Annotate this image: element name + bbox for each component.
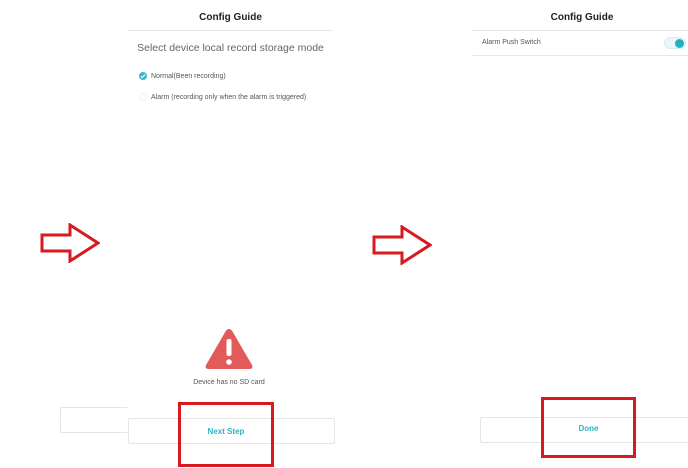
done-button[interactable]: Done — [544, 424, 633, 433]
right-arrow-outline-icon — [372, 225, 432, 265]
alarm-push-toggle[interactable] — [664, 37, 686, 49]
left-screen-title: Config Guide — [199, 12, 262, 23]
option-alarm-recording[interactable]: Alarm (recording only when the alarm is … — [139, 93, 306, 101]
alarm-push-divider — [472, 55, 688, 56]
right-title-divider — [472, 30, 688, 31]
radio-unselected-icon — [139, 93, 147, 101]
check-icon — [140, 74, 146, 79]
no-sd-card-message: Device has no SD card — [193, 379, 265, 386]
right-screen-title: Config Guide — [550, 12, 614, 23]
storage-mode-heading: Select device local record storage mode — [137, 42, 324, 54]
left-title-divider — [128, 30, 333, 31]
radio-selected-icon — [139, 72, 147, 80]
right-arrow-outline-icon — [40, 223, 100, 263]
left-bottom-button-row — [60, 407, 128, 433]
toggle-knob-icon — [675, 39, 684, 48]
warning-triangle-icon — [205, 329, 253, 369]
option-normal-label: Normal(Been recording) — [151, 72, 226, 80]
next-step-button[interactable]: Next Step — [181, 427, 271, 436]
option-normal-recording[interactable]: Normal(Been recording) — [139, 72, 226, 80]
alarm-push-switch-label: Alarm Push Switch — [482, 39, 541, 46]
option-alarm-label: Alarm (recording only when the alarm is … — [151, 93, 307, 101]
